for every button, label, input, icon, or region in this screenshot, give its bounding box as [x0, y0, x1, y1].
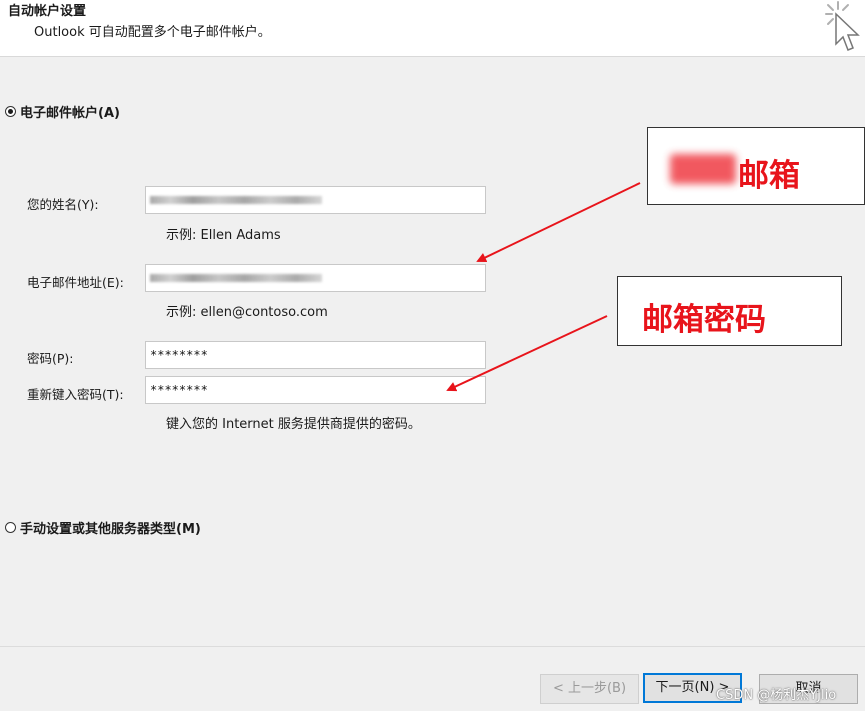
- annotation-arrows: [446, 182, 641, 392]
- email-arrow: [476, 182, 641, 263]
- password-arrow: [446, 315, 608, 392]
